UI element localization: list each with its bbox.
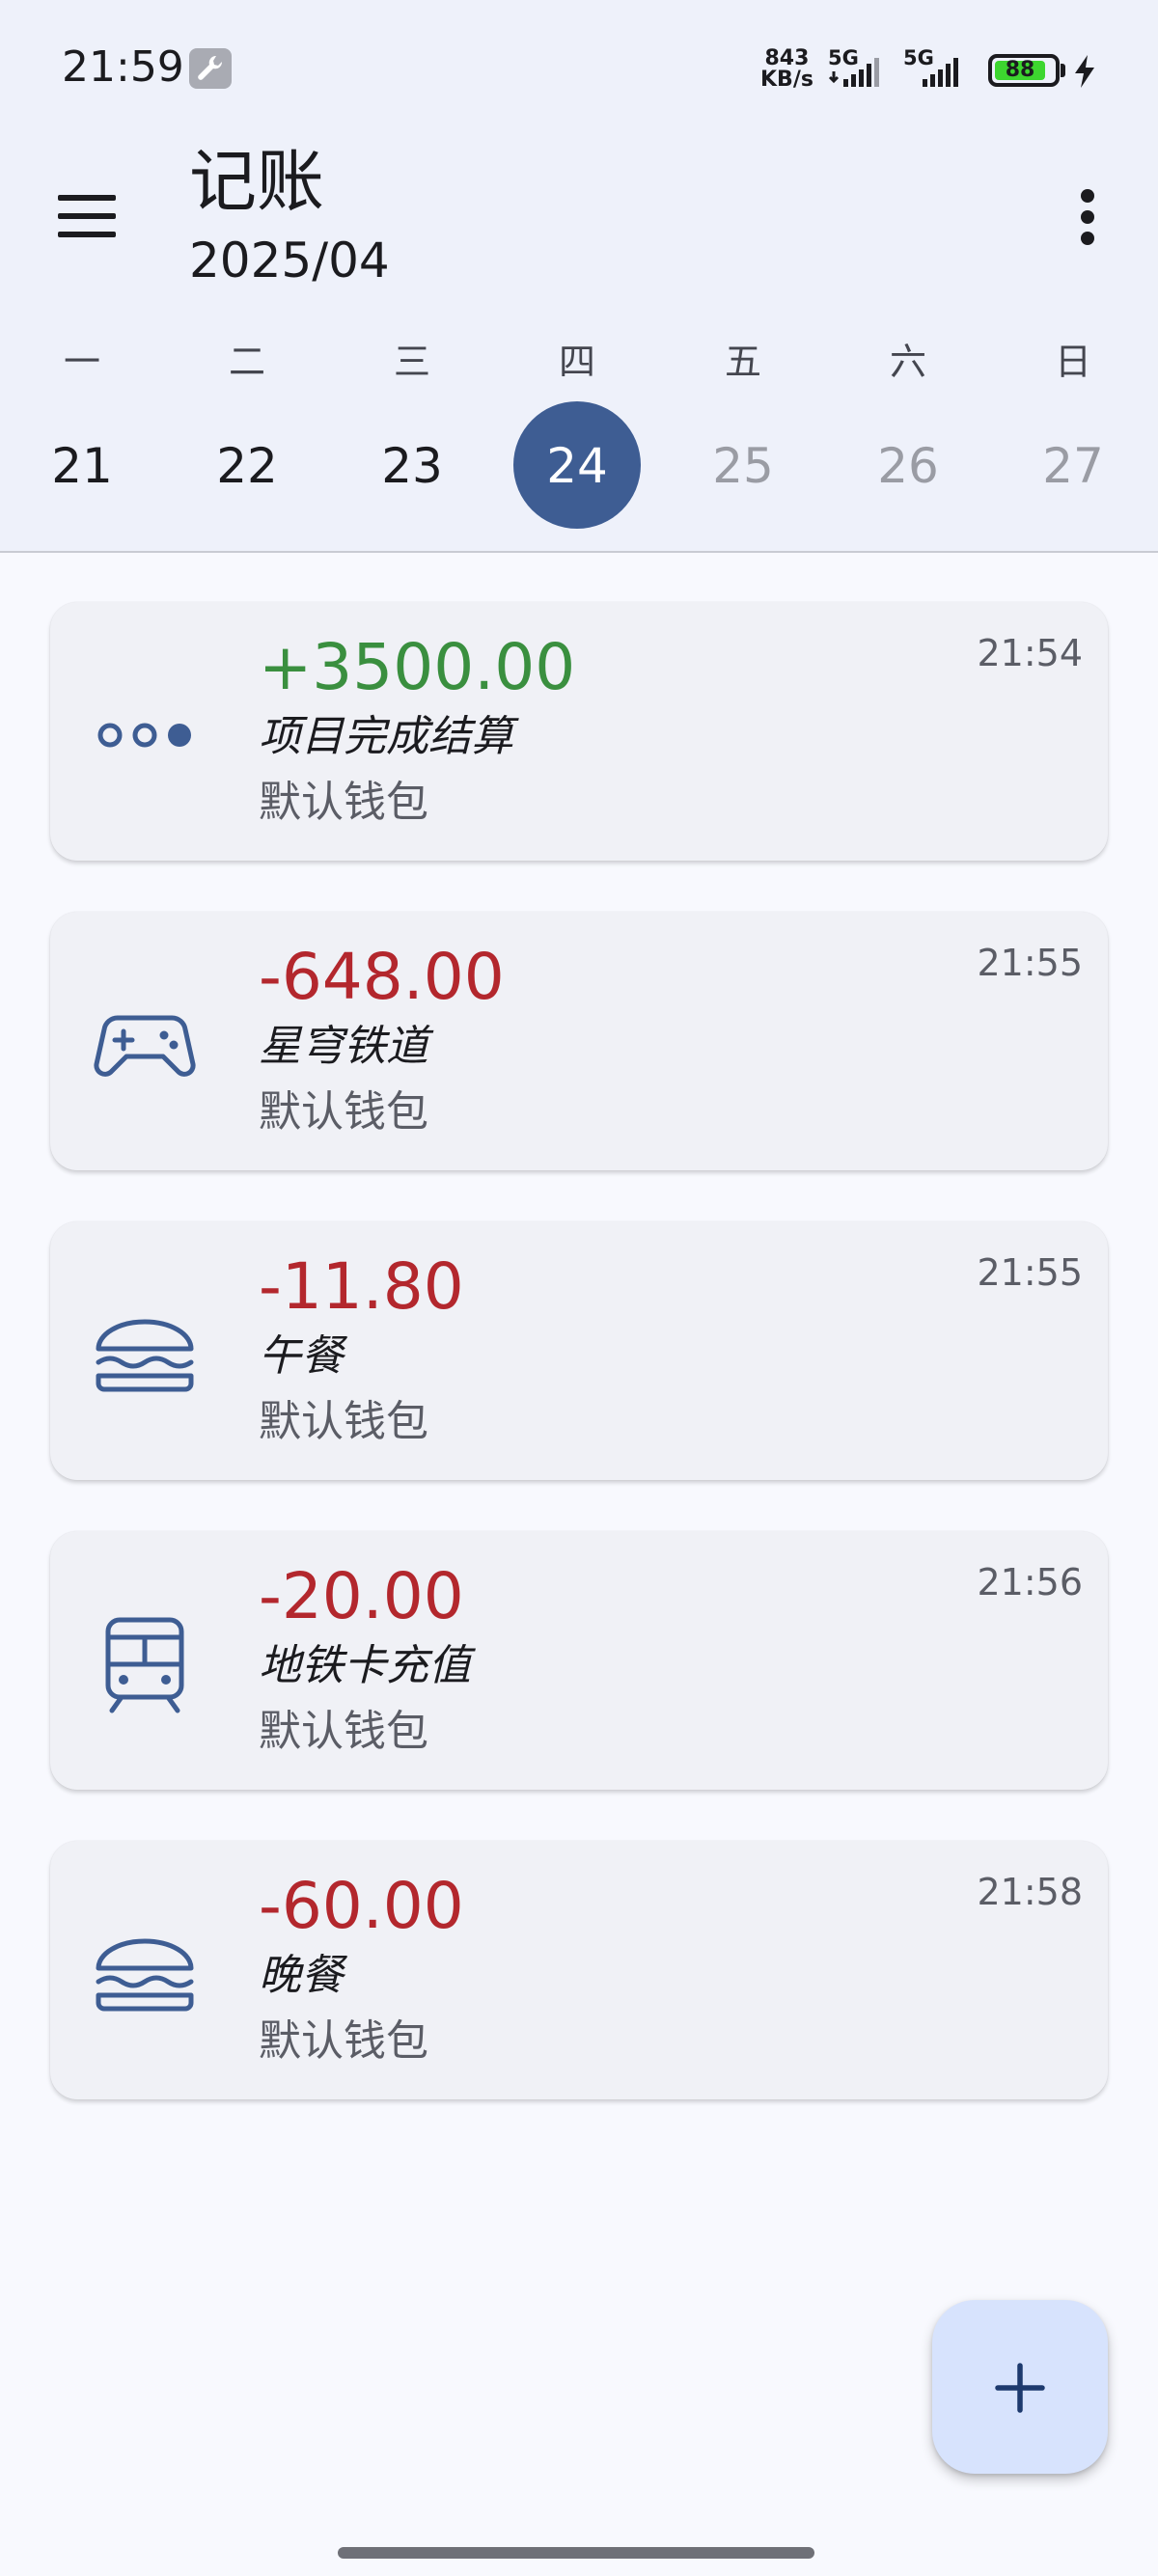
weekday-label: 日 bbox=[1054, 341, 1091, 383]
network-speed: 843 KB/s bbox=[760, 48, 813, 91]
status-time: 21:59 bbox=[62, 42, 184, 92]
transaction-card[interactable]: -60.00 晚餐 默认钱包 21:58 bbox=[50, 1841, 1108, 2099]
signal-bars-icon bbox=[923, 58, 958, 87]
transaction-amount: -11.80 bbox=[259, 1249, 464, 1324]
transaction-note: 晚餐 bbox=[259, 1951, 344, 2000]
transaction-wallet: 默认钱包 bbox=[259, 1087, 428, 1137]
burger-icon bbox=[96, 1319, 194, 1392]
top-app-area: 21:59 843 KB/s 5G 5G 88 记账 2025/04 一 二 三… bbox=[0, 0, 1158, 553]
transaction-time: 21:55 bbox=[977, 942, 1083, 984]
status-bar: 21:59 843 KB/s 5G 5G 88 bbox=[0, 0, 1158, 135]
day-cell[interactable]: 23 bbox=[354, 432, 470, 500]
weekday-label: 六 bbox=[889, 341, 926, 383]
battery-level: 88 bbox=[995, 60, 1046, 81]
lightning-icon bbox=[1075, 55, 1094, 88]
weekday-label: 一 bbox=[63, 341, 100, 383]
month-label[interactable]: 2025/04 bbox=[189, 232, 390, 289]
network-speed-unit: KB/s bbox=[760, 68, 813, 92]
transaction-amount: -60.00 bbox=[259, 1869, 464, 1943]
transaction-note: 地铁卡充值 bbox=[259, 1641, 471, 1690]
transaction-time: 21:54 bbox=[977, 632, 1083, 674]
transaction-time: 21:55 bbox=[977, 1251, 1083, 1294]
signal-bars-icon bbox=[828, 58, 879, 87]
burger-icon bbox=[96, 1938, 194, 2012]
transaction-card[interactable]: -20.00 地铁卡充值 默认钱包 21:56 bbox=[50, 1531, 1108, 1790]
transaction-wallet: 默认钱包 bbox=[259, 1397, 428, 1446]
transaction-card[interactable]: +3500.00 项目完成结算 默认钱包 21:54 bbox=[50, 602, 1108, 861]
transaction-card[interactable]: -11.80 午餐 默认钱包 21:55 bbox=[50, 1221, 1108, 1480]
weekday-label: 五 bbox=[724, 341, 761, 383]
more-vert-icon bbox=[1081, 189, 1094, 203]
transaction-wallet: 默认钱包 bbox=[259, 1707, 428, 1756]
wrench-icon bbox=[189, 48, 232, 89]
gamepad-icon bbox=[94, 1015, 196, 1077]
transaction-time: 21:58 bbox=[977, 1871, 1083, 1913]
weekday-label: 四 bbox=[558, 341, 595, 383]
transaction-note: 星穹铁道 bbox=[259, 1022, 428, 1071]
menu-button[interactable] bbox=[54, 189, 124, 243]
battery-cap bbox=[1061, 64, 1065, 77]
transaction-amount: -20.00 bbox=[259, 1559, 464, 1633]
weekday-label: 二 bbox=[228, 341, 265, 383]
day-cell[interactable]: 27 bbox=[1015, 432, 1131, 500]
transaction-note: 项目完成结算 bbox=[259, 712, 513, 761]
more-options-button[interactable] bbox=[1069, 183, 1108, 251]
day-cell[interactable]: 22 bbox=[189, 432, 305, 500]
plus-icon bbox=[995, 2363, 1045, 2413]
transaction-wallet: 默认钱包 bbox=[259, 778, 428, 827]
day-cell[interactable]: 26 bbox=[850, 432, 966, 500]
transaction-time: 21:56 bbox=[977, 1561, 1083, 1603]
transaction-amount: -648.00 bbox=[259, 940, 505, 1014]
hamburger-menu-icon bbox=[58, 195, 116, 201]
home-indicator[interactable] bbox=[338, 2547, 814, 2559]
weekday-label: 三 bbox=[393, 341, 430, 383]
day-cell[interactable]: 21 bbox=[24, 432, 140, 500]
day-cell-selected[interactable]: 24 bbox=[519, 432, 635, 500]
network-speed-value: 843 bbox=[764, 46, 810, 70]
transaction-card[interactable]: -648.00 星穹铁道 默认钱包 21:55 bbox=[50, 912, 1108, 1170]
transaction-wallet: 默认钱包 bbox=[259, 2016, 428, 2066]
more-horiz-icon bbox=[97, 723, 191, 748]
transaction-note: 午餐 bbox=[259, 1331, 344, 1381]
subway-icon bbox=[105, 1617, 184, 1713]
app-title: 记账 bbox=[189, 142, 324, 221]
battery-indicator: 88 bbox=[988, 54, 1060, 87]
add-transaction-button[interactable] bbox=[932, 2300, 1108, 2474]
day-cell[interactable]: 25 bbox=[685, 432, 801, 500]
transaction-amount: +3500.00 bbox=[259, 630, 576, 704]
